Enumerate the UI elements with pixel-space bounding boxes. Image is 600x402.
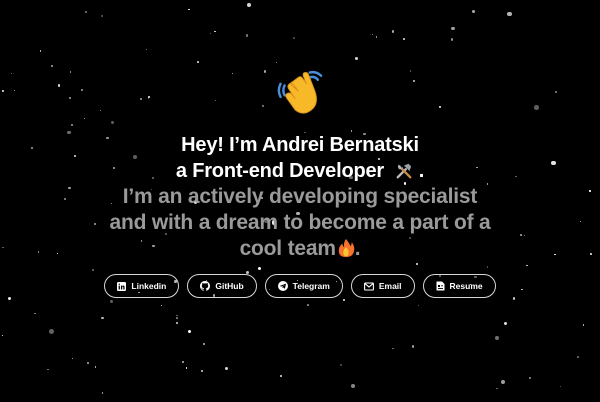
star-dot xyxy=(225,367,229,371)
resume-button[interactable]: Resume xyxy=(422,274,496,298)
greeting-role: a Front-end Developer xyxy=(175,160,384,182)
greeting-line-1: Hey! I’m Andrei Bernatski xyxy=(181,134,419,156)
star-dot xyxy=(350,383,356,389)
star-dot xyxy=(375,36,378,38)
star-dot xyxy=(342,299,346,302)
star-dot xyxy=(101,392,103,394)
star-dot xyxy=(84,10,87,13)
star-dot xyxy=(34,312,36,315)
star-dot xyxy=(101,316,104,320)
linkedin-icon xyxy=(117,281,127,291)
star-dot xyxy=(507,11,512,16)
resume-label: Resume xyxy=(449,281,483,291)
star-dot xyxy=(496,387,498,389)
star-dot xyxy=(202,343,205,346)
linkedin-label: Linkedin xyxy=(131,281,167,291)
tagline-period: . xyxy=(354,237,361,260)
tagline-line-3: cool team . xyxy=(0,236,600,262)
star-dot xyxy=(182,361,185,364)
star-dot xyxy=(176,322,178,325)
email-button[interactable]: Email xyxy=(350,274,415,298)
github-button[interactable]: GitHub xyxy=(187,274,257,298)
star-dot xyxy=(582,324,585,326)
star-dot xyxy=(214,30,216,33)
star-dot xyxy=(339,363,342,366)
star-dot xyxy=(110,300,113,303)
email-icon xyxy=(363,281,374,291)
star-dot xyxy=(39,49,42,52)
tagline-line-2: and with a dream to become a part of a xyxy=(109,211,491,234)
hero-section: Hey! I’m Andrei Bernatski a Front-end De… xyxy=(0,66,600,298)
star-dot xyxy=(275,62,277,64)
star-dot xyxy=(577,355,580,358)
star-dot xyxy=(559,386,561,388)
star-dot xyxy=(528,377,531,380)
star-dot xyxy=(371,34,373,36)
star-dot xyxy=(471,9,475,13)
star-dot xyxy=(411,345,415,348)
greeting-period: . xyxy=(418,160,425,182)
resume-icon xyxy=(436,281,445,291)
star-dot xyxy=(49,328,55,334)
github-icon xyxy=(200,281,211,291)
star-dot xyxy=(403,37,406,40)
greeting-line-2: a Front-end Developer . xyxy=(0,158,600,184)
telegram-icon xyxy=(277,281,288,291)
star-dot xyxy=(187,329,192,334)
star-dot xyxy=(94,366,97,368)
star-dot xyxy=(185,367,188,369)
star-dot xyxy=(280,375,282,377)
star-dot xyxy=(146,48,148,50)
star-dot xyxy=(500,379,506,384)
star-dot xyxy=(307,303,310,306)
star-dot xyxy=(451,26,456,31)
waving-hand-icon xyxy=(277,70,323,114)
hammer-and-wrench-icon xyxy=(396,163,412,179)
star-dot xyxy=(187,8,190,11)
fire-icon xyxy=(338,239,355,257)
star-dot xyxy=(292,37,295,40)
star-dot xyxy=(71,357,74,360)
star-dot xyxy=(1,334,4,337)
star-dot xyxy=(245,34,248,37)
star-dot xyxy=(161,305,163,307)
star-dot xyxy=(210,32,212,34)
star-dot xyxy=(495,335,500,340)
star-dot xyxy=(87,362,90,365)
star-dot xyxy=(247,3,252,8)
social-links: Linkedin GitHub Telegram Email Resume xyxy=(0,274,600,298)
tagline-cool-team: cool team xyxy=(239,237,336,260)
telegram-label: Telegram xyxy=(292,281,330,291)
star-dot xyxy=(354,57,358,60)
star-dot xyxy=(47,368,49,371)
star-dot xyxy=(201,370,204,373)
star-dot xyxy=(391,30,395,33)
star-dot xyxy=(417,304,420,307)
star-dot xyxy=(176,317,179,320)
star-dot xyxy=(176,314,178,316)
star-dot xyxy=(100,14,103,18)
star-dot xyxy=(503,321,507,325)
github-label: GitHub xyxy=(215,281,244,291)
email-label: Email xyxy=(378,281,402,291)
linkedin-button[interactable]: Linkedin xyxy=(104,274,180,298)
star-dot xyxy=(196,61,199,63)
star-dot xyxy=(391,347,394,350)
star-dot xyxy=(450,38,454,41)
telegram-button[interactable]: Telegram xyxy=(264,274,343,298)
portfolio-page: Hey! I’m Andrei Bernatski a Front-end De… xyxy=(0,0,600,402)
tagline-line-1: I’m an actively developing specialist xyxy=(122,185,478,208)
